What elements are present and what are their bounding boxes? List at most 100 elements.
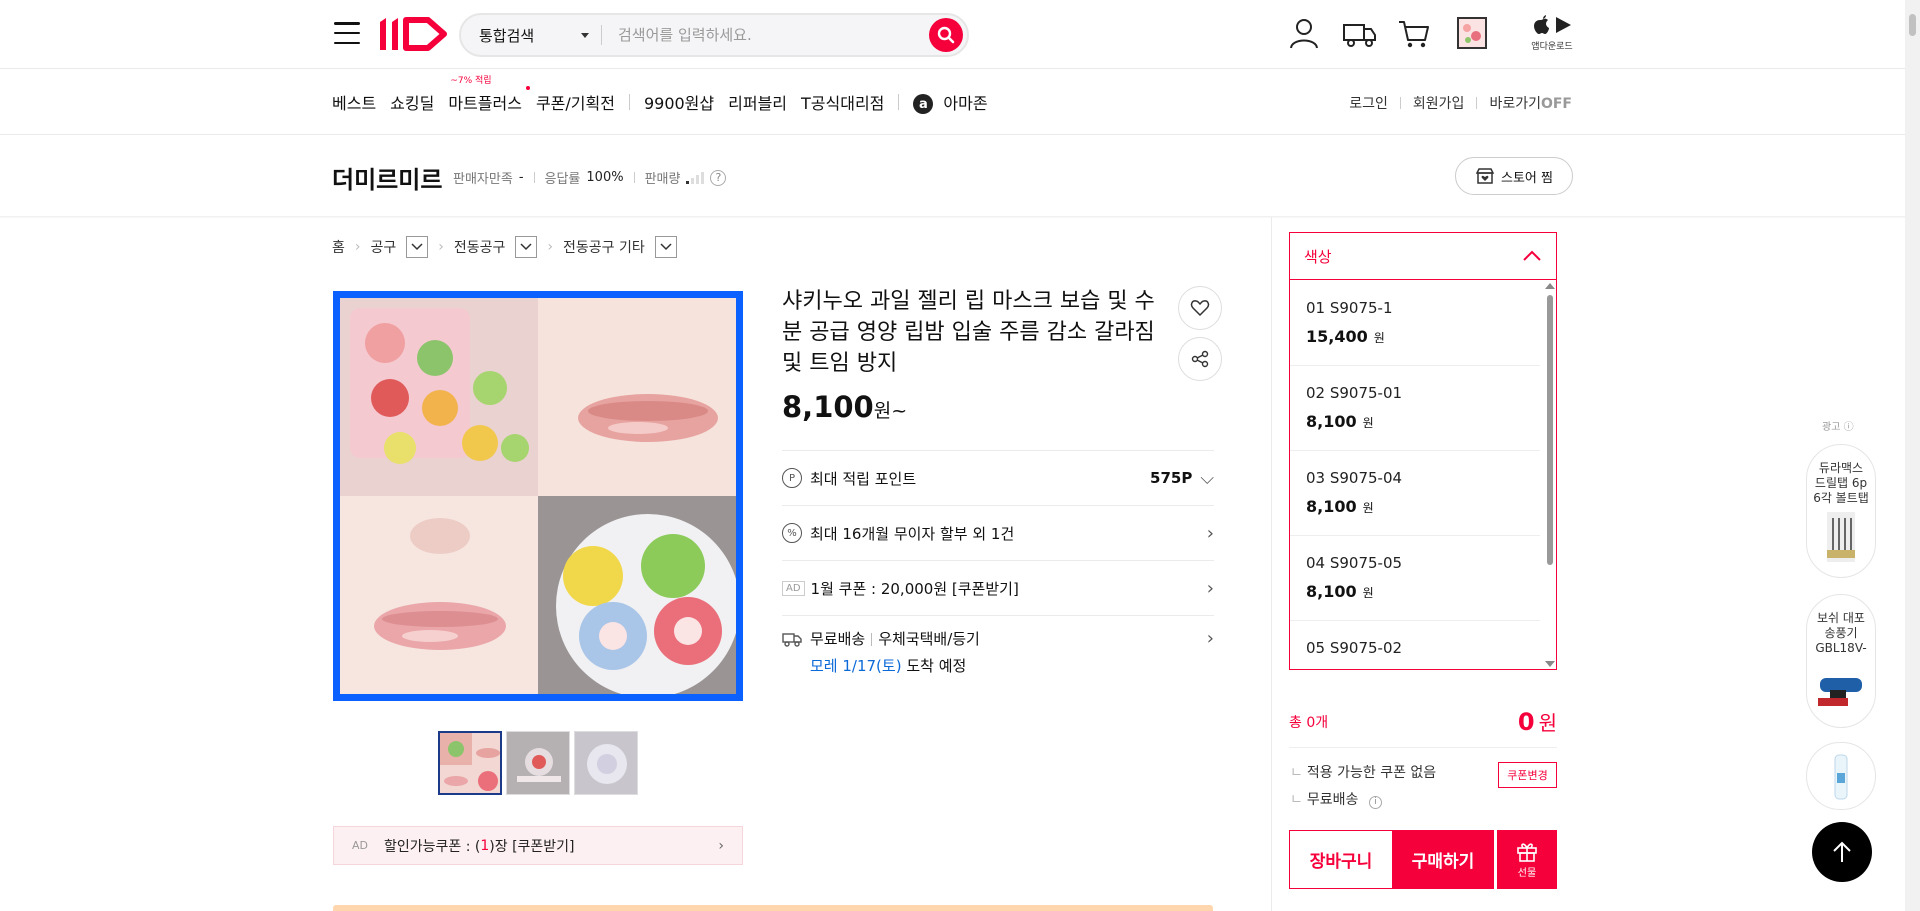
- option-scrollbar[interactable]: [1545, 283, 1555, 667]
- wishlist-button[interactable]: [1178, 286, 1222, 330]
- nav-t-agency[interactable]: T공식대리점: [801, 90, 884, 114]
- search-scope-select[interactable]: 통합검색: [461, 25, 601, 46]
- help-icon[interactable]: ?: [710, 169, 727, 186]
- side-ad-2[interactable]: 보쉬 대포 송풍기 GBL18V-: [1806, 594, 1876, 728]
- add-to-cart-button[interactable]: 장바구니: [1289, 830, 1393, 889]
- thumbnail-2[interactable]: [506, 731, 570, 795]
- option-list: 01 S9075-1 15,400 원 02 S9075-01 8,100 원 03 S…: [1290, 281, 1540, 669]
- cart-icon[interactable]: [1397, 16, 1431, 50]
- percent-icon: %: [782, 523, 802, 543]
- nav-best[interactable]: 베스트: [332, 90, 376, 114]
- coupon-change-button[interactable]: 쿠폰변경: [1498, 762, 1557, 788]
- crumb-level3[interactable]: 전동공구 기타: [563, 237, 645, 257]
- site-logo[interactable]: [376, 14, 448, 54]
- option-item[interactable]: 02 S9075-01 8,100 원: [1290, 366, 1540, 451]
- gift-button[interactable]: 선물: [1497, 830, 1557, 889]
- signup-link[interactable]: 회원가입: [1413, 93, 1465, 113]
- product-photo-jars: [340, 298, 538, 496]
- user-icon[interactable]: [1287, 16, 1321, 50]
- chevron-right-icon: ›: [1206, 577, 1214, 599]
- installment-row[interactable]: % 최대 16개월 무이자 할부 외 1건 ›: [782, 505, 1214, 560]
- shipping-row[interactable]: 무료배송 우체국택배/등기 모레 1/17(토) 도착 예정 ›: [782, 615, 1214, 685]
- nav-mart-plus[interactable]: ~7% 적립 마트플러스: [448, 76, 530, 114]
- search-icon: [937, 26, 955, 44]
- mart-point-tag: ~7% 적립: [450, 76, 492, 86]
- page-scrollbar[interactable]: [1905, 0, 1920, 911]
- caret-down-icon: [581, 32, 589, 38]
- nav-shocking-deal[interactable]: 쇼킹딜: [390, 90, 434, 114]
- crumb-level1[interactable]: 공구: [371, 237, 397, 257]
- order-total: 총 0개 0원: [1289, 708, 1557, 736]
- recent-viewed-icon[interactable]: [1456, 16, 1488, 50]
- discount-coupon-bar[interactable]: AD 할인가능쿠폰 : (1)장 [쿠폰받기] ›: [333, 826, 743, 865]
- google-play-icon: [1556, 17, 1571, 33]
- menu-icon[interactable]: [334, 22, 360, 44]
- crumb-home[interactable]: 홈: [332, 237, 345, 257]
- buy-now-button[interactable]: 구매하기: [1392, 830, 1494, 889]
- option-select-box: 색상 01 S9075-1 15,400 원 02 S9075-01 8,100 원 0…: [1289, 232, 1557, 670]
- new-dot: [525, 86, 530, 90]
- search-input[interactable]: [602, 26, 929, 44]
- store-follow-button[interactable]: 스토어 찜: [1455, 157, 1573, 195]
- app-download[interactable]: 앱다운로드: [1528, 14, 1576, 52]
- point-icon: P: [782, 468, 802, 488]
- store-heart-icon: [1475, 168, 1495, 184]
- shortcut-toggle[interactable]: 바로가기OFF: [1489, 93, 1572, 113]
- product-price: 8,100원~: [782, 390, 908, 424]
- amazon-icon: a: [913, 94, 934, 115]
- crumb-level2[interactable]: 전동공구: [454, 237, 506, 257]
- thumbnail-list: [438, 731, 638, 795]
- thumbnail-1[interactable]: [438, 731, 502, 795]
- option-item[interactable]: 01 S9075-1 15,400 원: [1290, 281, 1540, 366]
- option-item[interactable]: 05 S9075-02: [1290, 621, 1540, 669]
- breadcrumb: 홈 › 공구 › 전동공구 › 전동공구 기타: [332, 236, 677, 258]
- coupon-info: ㄴ 적용 가능한 쿠폰 없음: [1290, 765, 1437, 781]
- arrow-up-icon: [1833, 841, 1851, 862]
- coupon-row[interactable]: AD 1월 쿠폰 : 20,000원 [쿠폰받기] ›: [782, 560, 1214, 615]
- blower-image: [1818, 678, 1862, 706]
- chevron-down-icon[interactable]: [515, 236, 538, 258]
- truck-icon: [782, 633, 802, 647]
- chevron-right-icon: ›: [1206, 628, 1214, 649]
- product-photo-lips-1: [538, 298, 736, 496]
- share-button[interactable]: [1178, 337, 1222, 381]
- shipping-info: ㄴ 무료배송 i: [1290, 789, 1382, 809]
- store-stats: 판매자만족 - 응답률 100% 판매량 ?: [453, 168, 727, 187]
- nav-coupon[interactable]: 쿠폰/기획전: [536, 90, 615, 114]
- promo-banner-edge: [333, 905, 1213, 911]
- product-photo-lips-2: [340, 496, 538, 694]
- main-nav: 베스트 쇼킹딜 ~7% 적립 마트플러스 쿠폰/기획전 9900원샵 리퍼블리 T…: [332, 76, 1002, 115]
- gift-icon: [1517, 843, 1537, 862]
- delivery-truck-icon[interactable]: [1342, 16, 1378, 50]
- product-main-image[interactable]: [333, 291, 743, 701]
- drill-tap-image: [1827, 512, 1855, 562]
- chevron-right-icon: ›: [718, 837, 724, 854]
- side-ad-3[interactable]: [1806, 742, 1876, 810]
- login-link[interactable]: 로그인: [1349, 93, 1388, 113]
- chevron-down-icon[interactable]: [654, 236, 677, 258]
- option-item[interactable]: 03 S9075-04 8,100 원: [1290, 451, 1540, 536]
- chevron-right-icon: ›: [1206, 522, 1214, 544]
- share-icon: [1191, 350, 1209, 368]
- nav-refurbly[interactable]: 리퍼블리: [728, 90, 787, 114]
- thumbnail-3[interactable]: [574, 731, 638, 795]
- product-photo-plate: [538, 496, 736, 694]
- max-points-row[interactable]: P 최대 적립 포인트 575P ⌵: [782, 450, 1214, 505]
- nav-amazon[interactable]: a 아마존: [913, 90, 988, 115]
- info-icon[interactable]: i: [1368, 795, 1382, 809]
- product-title: 샤키누오 과일 젤리 립 마스크 보습 및 수분 공급 영양 립밤 입술 주름 …: [782, 289, 1155, 376]
- option-header[interactable]: 색상: [1290, 233, 1556, 280]
- chevron-down-icon: ⌵: [1200, 467, 1214, 489]
- scroll-top-button[interactable]: [1812, 822, 1872, 882]
- tube-product-image: [1834, 754, 1848, 800]
- search-button[interactable]: [929, 18, 963, 52]
- nav-9900-shop[interactable]: 9900원샵: [644, 90, 714, 114]
- sales-level-icon: [686, 171, 705, 184]
- ad-label: 광고 ⓘ: [1822, 422, 1854, 433]
- heart-icon: [1190, 300, 1210, 317]
- account-links: 로그인 회원가입 바로가기OFF: [1349, 93, 1572, 113]
- store-name[interactable]: 더미르미르: [332, 160, 442, 195]
- side-ad-1[interactable]: 듀라맥스 드릴탭 6p 6각 볼트탭: [1806, 444, 1876, 578]
- chevron-down-icon[interactable]: [406, 236, 429, 258]
- option-item[interactable]: 04 S9075-05 8,100 원: [1290, 536, 1540, 621]
